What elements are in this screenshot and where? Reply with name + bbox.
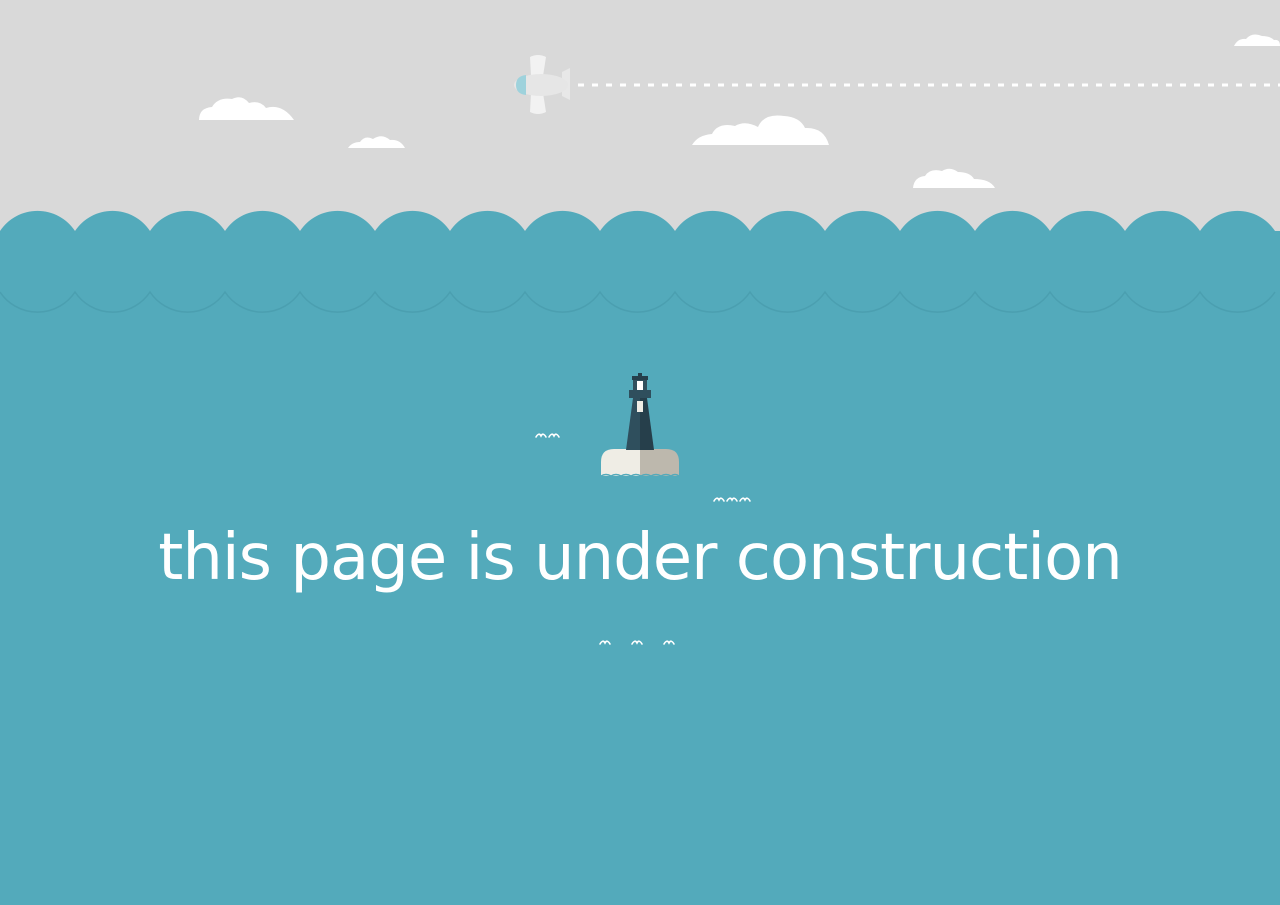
seagull-icon [713,497,751,502]
ocean-scene [0,34,1280,905]
cloud-icon [348,136,405,148]
cloud-icon [692,115,829,145]
cloud-icon [913,168,995,188]
under-construction-message: this page is under construction [158,521,1123,595]
airplane-icon [514,55,570,114]
cloud-icon [199,97,294,120]
cloud-icon [1234,34,1280,46]
